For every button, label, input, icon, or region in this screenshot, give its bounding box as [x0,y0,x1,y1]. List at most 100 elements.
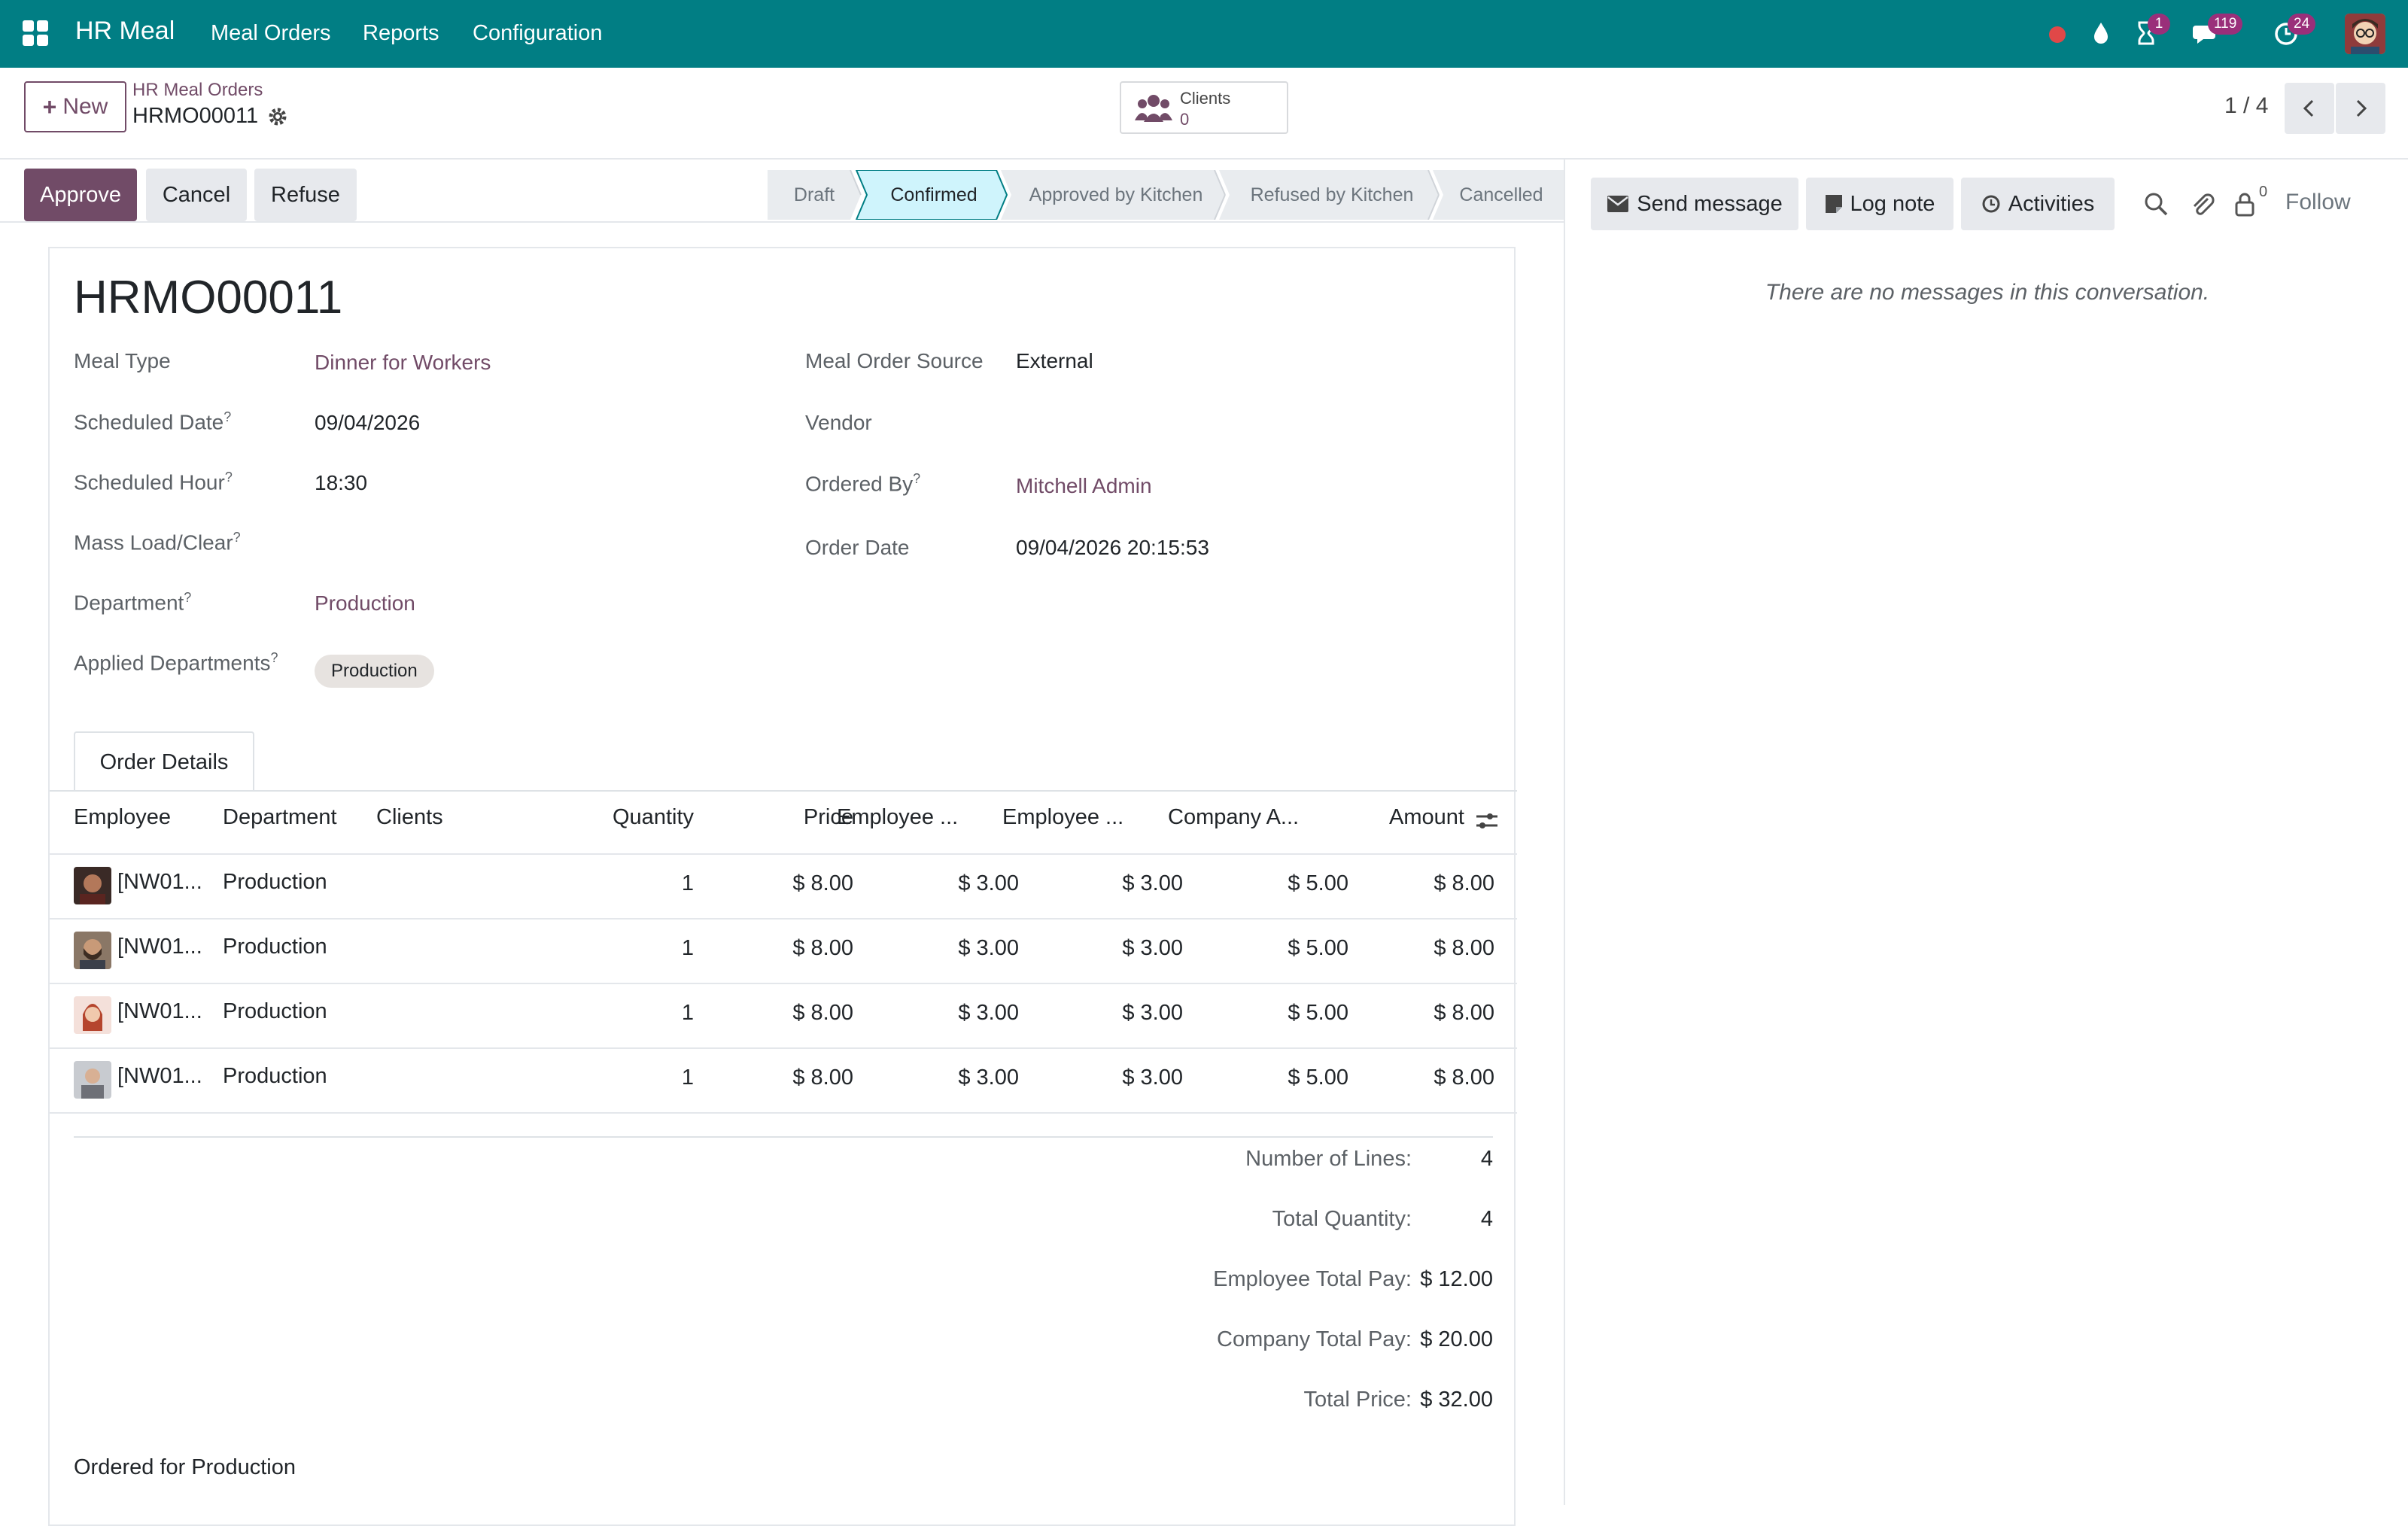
lock-icon [2235,193,2254,217]
value-scheduled-hour[interactable]: 18:30 [315,471,367,495]
activity-hourglass-icon[interactable]: 1 [2131,14,2170,48]
control-panel: + New HR Meal Orders HRMO00011 Clients 0… [0,68,2408,160]
stage-approved-by-kitchen[interactable]: Approved by Kitchen [1007,170,1225,220]
users-icon [1135,95,1172,122]
cell-company-amount: $ 5.00 [1288,936,1348,960]
help-tooltip-applied-departments[interactable]: ? [270,650,278,665]
tab-divider [50,790,1517,792]
clock-icon [1982,195,2000,213]
cell-employee-pay-1: $ 3.00 [958,1065,1019,1090]
stage-refused-by-kitchen[interactable]: Refused by Kitchen [1225,170,1439,220]
cell-employee-pay-2: $ 3.00 [1122,871,1183,895]
employee-avatar [74,996,111,1034]
pager-value[interactable]: 1 / 4 [2224,93,2268,119]
breadcrumb-parent[interactable]: HR Meal Orders [132,80,263,101]
col-clients[interactable]: Clients [376,805,443,830]
optional-columns-icon[interactable] [1473,810,1500,832]
stage-confirmed[interactable]: Confirmed [861,170,1007,220]
col-department[interactable]: Department [223,805,337,830]
label-mass-load-clear: Mass Load/Clear? [74,530,241,555]
clock-icon[interactable]: 24 [2271,14,2316,48]
employee-avatar [74,932,111,969]
value-order-date[interactable]: 09/04/2026 20:15:53 [1016,536,1209,560]
cell-quantity: 1 [681,871,694,895]
help-tooltip-mass-load[interactable]: ? [233,530,241,545]
cell-amount: $ 8.00 [1434,1001,1494,1025]
messages-badge: 119 [2208,14,2243,35]
clients-smart-button[interactable]: Clients 0 [1120,81,1288,134]
menu-reports[interactable]: Reports [363,21,439,46]
value-employee-total-pay: $ 12.00 [1420,1267,1493,1291]
cell-price: $ 8.00 [792,871,853,895]
stage-cancelled[interactable]: Cancelled [1439,170,1564,220]
cell-employee-pay-2: $ 3.00 [1122,1001,1183,1025]
order-note[interactable]: Ordered for Production [74,1455,296,1480]
search-icon[interactable] [2142,190,2170,218]
col-employee-pay-1[interactable]: Employee ... [837,805,958,830]
user-avatar[interactable] [2345,14,2385,54]
label-meal-type: Meal Type [74,349,171,372]
label-department: Department? [74,590,192,615]
droplet-icon[interactable] [2086,18,2116,48]
form-statusbar: Approve Cancel Refuse Draft Confirmed Ap… [0,166,1564,223]
value-ordered-by[interactable]: Mitchell Admin [1016,474,1152,498]
chatter-panel: Send message Log note Activities 0 Follo… [1564,160,2408,1505]
new-button[interactable]: + New [24,81,126,132]
clients-count: 0 [1180,110,1190,129]
help-tooltip-scheduled-hour[interactable]: ? [225,470,233,485]
col-employee-pay-2[interactable]: Employee ... [1002,805,1123,830]
help-tooltip-ordered-by[interactable]: ? [913,471,920,486]
send-message-label: Send message [1637,191,1783,216]
apps-menu-icon[interactable] [23,20,48,46]
help-tooltip-scheduled-date[interactable]: ? [223,409,231,424]
tab-order-details[interactable]: Order Details [74,731,254,792]
value-meal-order-source[interactable]: External [1016,349,1093,373]
col-price[interactable]: Price [727,805,853,830]
value-department[interactable]: Production [315,591,415,616]
table-row[interactable]: [NW01... Production 1 $ 8.00 $ 3.00 $ 3.… [50,984,1517,1047]
cell-quantity: 1 [681,936,694,960]
cell-department: Production [223,935,327,959]
cell-employee: [NW01... [117,999,202,1023]
approve-button[interactable]: Approve [24,169,137,221]
label-vendor: Vendor [805,411,872,434]
cell-amount: $ 8.00 [1434,1065,1494,1090]
gear-icon[interactable] [266,105,289,128]
stage-draft[interactable]: Draft [768,170,861,220]
cancel-button[interactable]: Cancel [146,169,247,221]
messages-icon[interactable]: 119 [2191,14,2243,48]
menu-meal-orders[interactable]: Meal Orders [211,21,331,46]
table-row[interactable]: [NW01... Production 1 $ 8.00 $ 3.00 $ 3.… [50,1049,1517,1112]
col-company-amount[interactable]: Company A... [1168,805,1299,830]
value-scheduled-date[interactable]: 09/04/2026 [315,411,420,435]
pager-next-button[interactable] [2336,83,2385,134]
col-quantity[interactable]: Quantity [561,805,694,830]
followers-button[interactable]: 0 [2233,184,2279,221]
label-order-date: Order Date [805,536,910,559]
applied-department-tag[interactable]: Production [315,655,434,688]
value-total-price: $ 32.00 [1420,1388,1493,1412]
value-meal-type[interactable]: Dinner for Workers [315,351,491,375]
employee-avatar [74,1061,111,1099]
value-number-of-lines: 4 [1480,1147,1493,1171]
table-row[interactable]: [NW01... Production 1 $ 8.00 $ 3.00 $ 3.… [50,855,1517,918]
record-dot-icon[interactable] [2042,18,2072,48]
menu-configuration[interactable]: Configuration [473,21,603,46]
top-navbar: HR Meal Meal Orders Reports Configuratio… [0,0,2408,68]
follow-button[interactable]: Follow [2285,190,2351,215]
refuse-button[interactable]: Refuse [254,169,357,221]
label-scheduled-hour: Scheduled Hour? [74,470,233,494]
app-brand[interactable]: HR Meal [75,17,175,46]
table-row[interactable]: [NW01... Production 1 $ 8.00 $ 3.00 $ 3.… [50,920,1517,983]
cell-employee-pay-1: $ 3.00 [958,1001,1019,1025]
send-message-button[interactable]: Send message [1591,178,1798,230]
pager-previous-button[interactable] [2285,83,2334,134]
col-employee[interactable]: Employee [74,805,171,830]
help-tooltip-department[interactable]: ? [184,590,191,605]
clock-badge: 24 [2288,14,2316,35]
employee-avatar [74,867,111,904]
record-title: HRMO00011 [74,272,343,324]
log-note-button[interactable]: Log note [1806,178,1953,230]
activities-button[interactable]: Activities [1961,178,2115,230]
paperclip-icon[interactable] [2188,190,2217,218]
